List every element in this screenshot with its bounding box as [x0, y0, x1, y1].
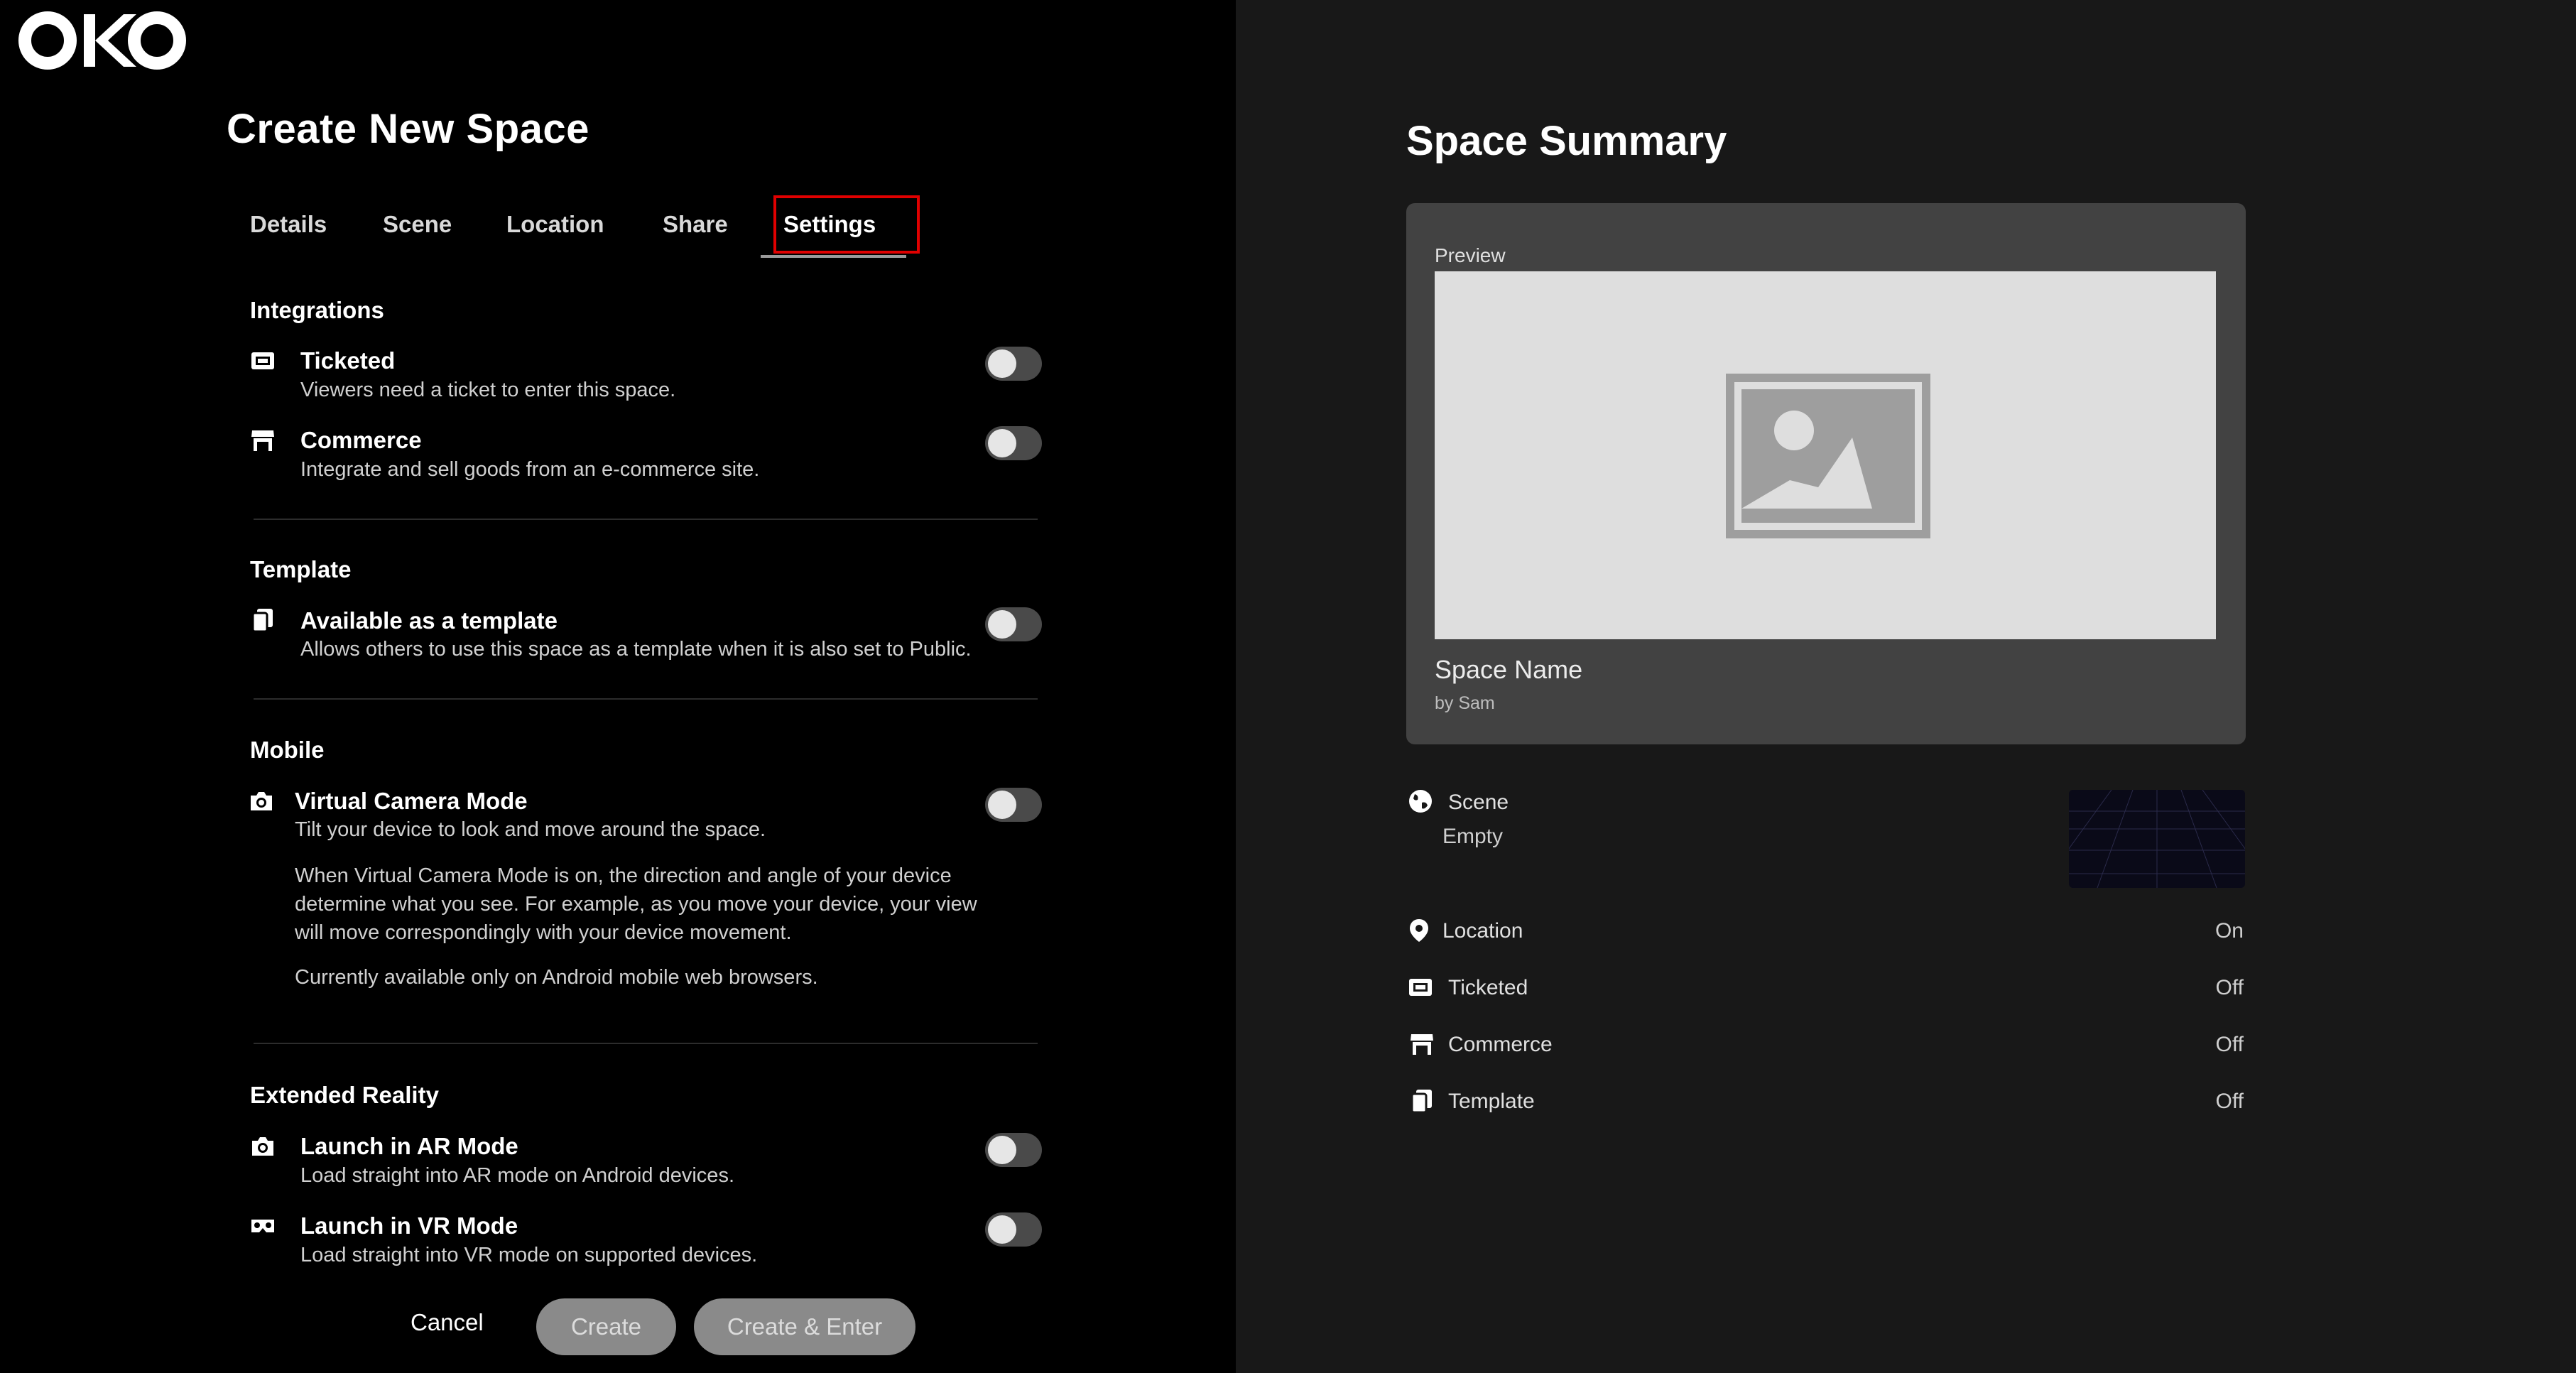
ticket-icon: [251, 352, 274, 369]
store-icon: [1411, 1034, 1433, 1055]
commerce-desc: Integrate and sell goods from an e-comme…: [300, 458, 760, 481]
divider: [254, 698, 1038, 700]
toggle-knob: [988, 610, 1016, 639]
commerce-title: Commerce: [300, 427, 422, 453]
create-button[interactable]: Create: [536, 1298, 676, 1355]
image-placeholder-icon: [1726, 374, 1930, 538]
space-name: Space Name: [1435, 655, 1583, 684]
summary-ticketed-value: Off: [2215, 976, 2244, 999]
summary-scene-label: Scene: [1448, 791, 1509, 814]
create-and-enter-button[interactable]: Create & Enter: [694, 1298, 915, 1355]
cancel-button[interactable]: Cancel: [411, 1309, 484, 1336]
ticketed-toggle[interactable]: [985, 347, 1042, 381]
ar-title: Launch in AR Mode: [300, 1133, 518, 1159]
vcam-desc: Tilt your device to look and move around…: [295, 818, 766, 841]
copy-icon: [1411, 1090, 1432, 1114]
preview-label: Preview: [1435, 244, 1506, 266]
vr-desc: Load straight into VR mode on supported …: [300, 1244, 758, 1266]
ticket-icon: [1409, 979, 1432, 996]
template-heading: Template: [250, 556, 352, 582]
ar-toggle[interactable]: [985, 1133, 1042, 1167]
location-pin-icon: [1410, 919, 1428, 942]
summary-title: Space Summary: [1406, 118, 1727, 164]
page-title: Create New Space: [227, 106, 589, 152]
summary-ticketed-label: Ticketed: [1448, 976, 1528, 999]
scene-grid-image: [2069, 790, 2245, 888]
tab-scene[interactable]: Scene: [383, 211, 452, 238]
vcam-toggle[interactable]: [985, 788, 1042, 822]
summary-template-value: Off: [2215, 1090, 2244, 1113]
summary-commerce-value: Off: [2215, 1033, 2244, 1056]
summary-scene-value: Empty: [1442, 825, 1504, 848]
toggle-knob: [988, 429, 1016, 457]
space-preview-card: Preview Space Name by Sam: [1406, 203, 2246, 744]
toggle-knob: [988, 791, 1016, 819]
store-icon: [251, 430, 274, 451]
camera-icon: [251, 792, 272, 810]
space-author: by Sam: [1435, 693, 1495, 713]
copy-icon: [251, 609, 273, 633]
template-desc: Allows others to use this space as a tem…: [300, 638, 972, 661]
mobile-heading: Mobile: [250, 737, 325, 763]
vcam-availability: Currently available only on Android mobi…: [295, 966, 818, 989]
tab-details[interactable]: Details: [250, 211, 327, 238]
create-space-panel: Create New Space Details Scene Location …: [0, 0, 1236, 1373]
globe-icon: [1409, 790, 1432, 813]
divider: [254, 1043, 1038, 1044]
tab-location[interactable]: Location: [506, 211, 604, 238]
toggle-knob: [988, 1136, 1016, 1164]
tab-share[interactable]: Share: [663, 211, 728, 238]
summary-location-value: On: [2214, 919, 2244, 943]
vcam-title: Virtual Camera Mode: [295, 788, 528, 814]
oko-logo: [18, 11, 186, 70]
template-title: Available as a template: [300, 607, 558, 634]
preview-image: [1435, 271, 2216, 639]
commerce-toggle[interactable]: [985, 426, 1042, 460]
ticketed-desc: Viewers need a ticket to enter this spac…: [300, 379, 676, 401]
summary-commerce-label: Commerce: [1448, 1033, 1553, 1056]
tab-bar: Details Scene Location Share Settings: [227, 195, 920, 259]
vr-toggle[interactable]: [985, 1212, 1042, 1247]
ar-desc: Load straight into AR mode on Android de…: [300, 1164, 734, 1187]
vr-headset-icon: [251, 1220, 274, 1232]
ticketed-title: Ticketed: [300, 347, 396, 374]
template-toggle[interactable]: [985, 607, 1042, 641]
toggle-knob: [988, 349, 1016, 378]
xr-heading: Extended Reality: [250, 1082, 439, 1108]
scene-thumbnail: [2069, 790, 2245, 888]
toggle-knob: [988, 1215, 1016, 1244]
vr-title: Launch in VR Mode: [300, 1212, 518, 1239]
summary-template-label: Template: [1448, 1090, 1535, 1113]
active-tab-indicator: [761, 255, 906, 258]
divider: [254, 519, 1038, 520]
settings-tab-highlight: [773, 195, 920, 254]
integrations-heading: Integrations: [250, 297, 384, 323]
vcam-explanation: When Virtual Camera Mode is on, the dire…: [295, 864, 977, 944]
camera-icon: [252, 1137, 273, 1156]
summary-location-label: Location: [1442, 919, 1523, 943]
